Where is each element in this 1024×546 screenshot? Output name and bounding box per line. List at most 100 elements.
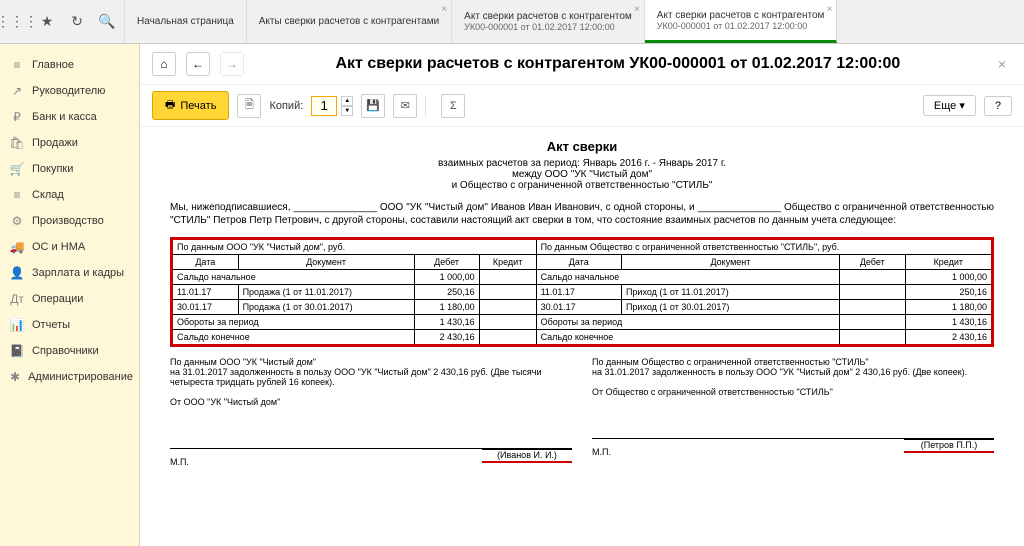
turnover-right-val: 1 430,16	[905, 315, 992, 330]
cell: 11.01.17	[536, 285, 621, 300]
cell	[839, 285, 905, 300]
nav-label: Руководителю	[32, 85, 105, 97]
tab-label: Начальная страница	[137, 16, 234, 27]
signature-name: (Петров П.П.)	[904, 439, 994, 453]
top-toolbar: ⋮⋮⋮ ★ ↻ 🔍 Начальная страница Акты сверки…	[0, 0, 1024, 44]
close-icon[interactable]: ×	[441, 4, 447, 15]
copies-down[interactable]: ▼	[341, 106, 353, 116]
cell	[479, 285, 536, 300]
cell: 1 180,00	[905, 300, 992, 315]
copies-label: Копий:	[269, 100, 303, 112]
preview-button[interactable]: 🗎	[237, 94, 261, 118]
nav-purchases[interactable]: 🛒Покупки	[0, 156, 139, 182]
nav-label: ОС и НМА	[32, 241, 85, 253]
signature-line	[170, 419, 572, 449]
forward-button[interactable]: →	[220, 52, 244, 76]
home-button[interactable]: ⌂	[152, 52, 176, 76]
settings-icon: ✱	[10, 370, 20, 384]
nav-bank[interactable]: ₽Банк и касса	[0, 104, 139, 130]
book-icon: 📓	[10, 344, 24, 358]
footer-columns: По данным ООО "УК "Чистый дом" на 31.01.…	[170, 357, 994, 467]
bars-icon: 📊	[10, 318, 24, 332]
apps-icon[interactable]: ⋮⋮⋮	[8, 13, 26, 31]
cell: 250,16	[905, 285, 992, 300]
nav-manager[interactable]: ↗ Руководителю	[0, 78, 139, 104]
back-button[interactable]: ←	[186, 52, 210, 76]
tab-act-2[interactable]: Акт сверки расчетов с контрагентом УК00-…	[645, 0, 838, 43]
email-button[interactable]: ✉	[393, 94, 417, 118]
print-button[interactable]: 🖶 Печать	[152, 91, 229, 120]
search-icon[interactable]: 🔍	[98, 13, 116, 31]
nav-reports[interactable]: 📊 Отчеты	[0, 312, 139, 338]
copies-input[interactable]	[311, 96, 337, 116]
cell: 1 180,00	[414, 300, 479, 315]
copies-up[interactable]: ▲	[341, 96, 353, 106]
doc-period: взаимных расчетов за период: Январь 2016…	[170, 158, 994, 169]
nav-label: Операции	[32, 293, 83, 305]
nav-warehouse[interactable]: ≡Склад	[0, 182, 139, 208]
nav-label: Администрирование	[28, 371, 133, 383]
nav-label: Отчеты	[32, 319, 70, 331]
help-button[interactable]: ?	[984, 96, 1012, 116]
copies-stepper: ▲▼	[311, 96, 353, 116]
nav-production[interactable]: ⚙Производство	[0, 208, 139, 234]
saldo-start-left-val: 1 000,00	[414, 270, 479, 285]
nav-label: Покупки	[32, 163, 73, 175]
save-button[interactable]: 💾	[361, 94, 385, 118]
nav-label: Банк и касса	[32, 111, 97, 123]
chart-icon: ↗	[10, 84, 24, 98]
signature-line	[592, 409, 994, 439]
saldo-start-right-val: 1 000,00	[905, 270, 992, 285]
cell: 30.01.17	[536, 300, 621, 315]
signature-name: (Иванов И. И.)	[482, 449, 572, 463]
nav-hr[interactable]: 👤Зарплата и кадры	[0, 260, 139, 286]
nav-sales[interactable]: 🛍Продажи	[0, 130, 139, 156]
cell: 30.01.17	[172, 300, 239, 315]
tab-sublabel: УК00-000001 от 01.02.2017 12:00:00	[657, 21, 825, 31]
table-header-left: По данным ООО "УК "Чистый дом", руб.	[172, 239, 537, 255]
cell: Продажа (1 от 30.01.2017)	[238, 300, 414, 315]
document-area[interactable]: Акт сверки взаимных расчетов за период: …	[140, 127, 1024, 546]
page-title: Акт сверки расчетов с контрагентом УК00-…	[254, 55, 982, 73]
footer-left: По данным ООО "УК "Чистый дом" на 31.01.…	[170, 357, 572, 467]
tab-label: Акт сверки расчетов с контрагентом	[657, 10, 825, 21]
col-doc: Документ	[621, 255, 839, 270]
bag-icon: 🛍	[10, 136, 24, 150]
tab-label: Акт сверки расчетов с контрагентом	[464, 11, 632, 22]
doc-party1: между ООО "УК "Чистый дом"	[170, 169, 994, 180]
dt-icon: Дт	[10, 292, 24, 306]
nav-operations[interactable]: Дт Операции	[0, 286, 139, 312]
turnover-left: Обороты за период	[172, 315, 415, 330]
cell: Продажа (1 от 11.01.2017)	[238, 285, 414, 300]
saldo-start-right: Сальдо начальное	[536, 270, 839, 285]
col-date: Дата	[536, 255, 621, 270]
nav-main[interactable]: ≡Главное	[0, 52, 139, 78]
saldo-end-right-val: 2 430,16	[905, 330, 992, 346]
tab-acts-list[interactable]: Акты сверки расчетов с контрагентами ×	[247, 0, 452, 43]
cell: Приход (1 от 11.01.2017)	[621, 285, 839, 300]
footer-text: на 31.01.2017 задолженность в пользу ООО…	[170, 367, 572, 387]
saldo-end-left: Сальдо конечное	[172, 330, 415, 346]
tab-start[interactable]: Начальная страница	[125, 0, 247, 43]
nav-admin[interactable]: ✱ Администрирование	[0, 364, 139, 390]
cell: Приход (1 от 30.01.2017)	[621, 300, 839, 315]
nav-directories[interactable]: 📓Справочники	[0, 338, 139, 364]
close-button[interactable]: ×	[992, 56, 1012, 72]
star-icon[interactable]: ★	[38, 13, 56, 31]
doc-party2: и Общество с ограниченной ответственност…	[170, 180, 994, 191]
history-icon[interactable]: ↻	[68, 13, 86, 31]
footer-text: От ООО "УК "Чистый дом"	[170, 397, 572, 407]
more-button[interactable]: Еще ▾	[923, 95, 976, 116]
col-doc: Документ	[238, 255, 414, 270]
tab-sublabel: УК00-000001 от 01.02.2017 12:00:00	[464, 22, 632, 32]
nav-label: Зарплата и кадры	[32, 267, 124, 279]
sum-button[interactable]: Σ	[441, 94, 465, 118]
close-icon[interactable]: ×	[634, 4, 640, 15]
tab-act-1[interactable]: Акт сверки расчетов с контрагентом УК00-…	[452, 0, 645, 43]
top-icons: ⋮⋮⋮ ★ ↻ 🔍	[0, 0, 125, 43]
doc-title: Акт сверки	[170, 139, 994, 154]
saldo-start-left: Сальдо начальное	[172, 270, 415, 285]
nav-assets[interactable]: 🚚ОС и НМА	[0, 234, 139, 260]
col-credit: Кредит	[479, 255, 536, 270]
close-icon[interactable]: ×	[827, 4, 833, 15]
